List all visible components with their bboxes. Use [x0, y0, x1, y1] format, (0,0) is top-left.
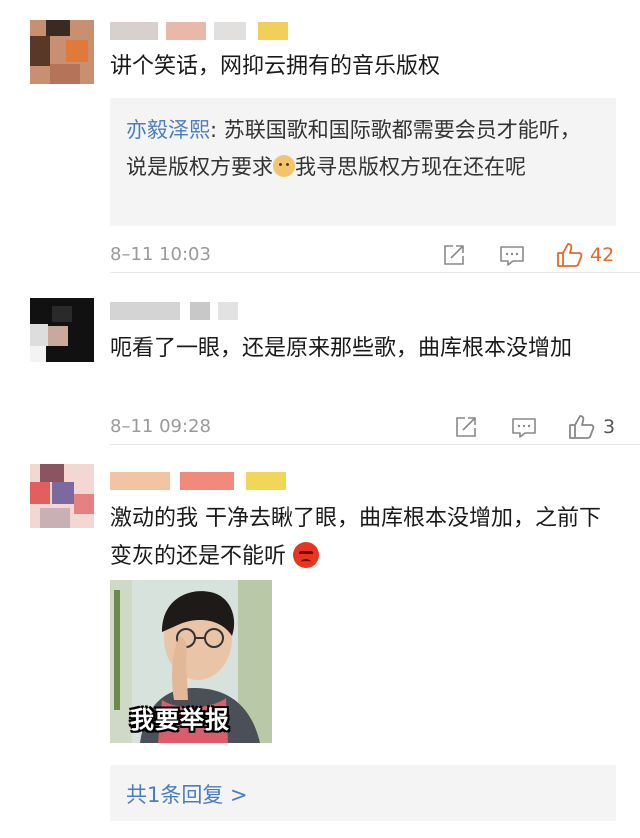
reply-summary-box[interactable]: 共1条回复 > [110, 765, 616, 821]
avatar[interactable] [30, 298, 94, 362]
share-icon[interactable] [454, 415, 478, 439]
username-blurred[interactable] [110, 472, 290, 490]
comment-text: 激动的我 干净去瞅了眼，曲库根本没增加，之前下变灰的还是不能听 [110, 500, 615, 576]
angry-emoji-icon [293, 542, 320, 568]
view-replies-link[interactable]: 共1条回复 > [126, 779, 248, 809]
username-blurred[interactable] [110, 302, 240, 320]
image-caption: 我要举报 [130, 706, 230, 734]
avatar[interactable] [30, 20, 94, 84]
doge-emoji-icon [273, 155, 295, 177]
divider [110, 272, 640, 273]
share-icon[interactable] [442, 243, 466, 267]
avatar[interactable] [30, 464, 94, 528]
quote-author-link[interactable]: 亦毅泽熙 [126, 118, 210, 142]
comment-time: 8–11 09:28 [110, 416, 211, 437]
comment-text-content: 激动的我 干净去瞅了眼，曲库根本没增加，之前下变灰的还是不能听 [110, 506, 601, 569]
divider [110, 444, 640, 445]
comment-time: 8–11 10:03 [110, 244, 211, 265]
quote-separator: : [210, 118, 224, 142]
username-blurred[interactable] [110, 22, 290, 40]
reply-icon[interactable] [499, 244, 525, 268]
like-count: 3 [603, 416, 616, 438]
like-icon[interactable] [568, 414, 596, 440]
like-count: 42 [590, 244, 615, 266]
comment-text: 呃看了一眼，还是原来那些歌，曲库根本没增加 [110, 336, 573, 361]
like-icon[interactable] [556, 242, 584, 268]
quote-text-2: 我寻思版权方现在还在呢 [295, 155, 526, 179]
quoted-comment[interactable]: 亦毅泽熙: 苏联国歌和国际歌都需要会员才能听，说是版权方要求 我寻思版权方现在还在… [110, 98, 616, 226]
comment-text: 讲个笑话，网抑云拥有的音乐版权 [110, 54, 441, 79]
comment-image[interactable]: 我要举报 [110, 580, 272, 743]
reply-icon[interactable] [511, 416, 537, 440]
